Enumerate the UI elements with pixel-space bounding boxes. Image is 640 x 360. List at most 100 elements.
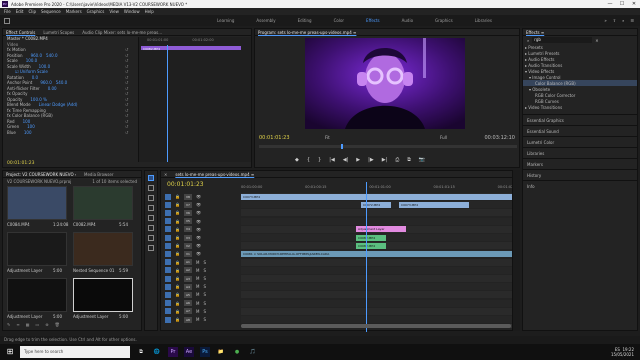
property-value[interactable]: 100.0 (39, 64, 50, 69)
track-lane[interactable] (241, 217, 519, 225)
toggle-output-icon[interactable]: M (196, 260, 199, 265)
timeline-clip[interactable]: C0073.MP4 (241, 193, 519, 200)
track-lane[interactable] (241, 275, 519, 282)
menu-graphics[interactable]: Graphics (87, 9, 105, 14)
property-value[interactable]: 100.0 % (30, 97, 47, 102)
menu-clip[interactable]: Clip (28, 9, 36, 14)
track-name[interactable]: V8 (183, 193, 192, 200)
workspace-editing[interactable]: Editing (287, 18, 323, 23)
toggle-output-icon[interactable]: 👁 (196, 251, 201, 256)
ec-clip-bar[interactable]: C0082.MP4 (141, 46, 241, 51)
premiere-icon[interactable]: Pr (168, 347, 178, 357)
source-patch[interactable] (165, 300, 171, 307)
toggle-output-icon[interactable]: 👁 (196, 235, 201, 240)
toggle-output-icon[interactable]: 👁 (196, 243, 201, 248)
project-item-thumbnail[interactable] (73, 278, 133, 312)
menu-edit[interactable]: Edit (16, 9, 24, 14)
track-lane[interactable] (241, 258, 519, 266)
track-select-tool-icon[interactable] (148, 185, 154, 191)
property-value[interactable]: Linear Dodge (Add) (39, 102, 78, 107)
track-header[interactable]: 🔒 V2 👁 (165, 242, 237, 249)
toggle-output-icon[interactable]: 👁 (196, 194, 201, 199)
source-patch[interactable] (165, 234, 171, 241)
program-timecode[interactable]: 00:01:01:23 (259, 135, 290, 141)
track-header[interactable]: 🔒 V1 👁 (165, 250, 237, 257)
reset-icon[interactable]: ↺ (125, 80, 128, 85)
effects-section-header[interactable]: Essential Sound (523, 125, 637, 136)
property-value[interactable]: 960.0 (40, 80, 51, 85)
reset-icon[interactable]: ↺ (125, 47, 128, 52)
property-value[interactable]: 0.0 (32, 75, 38, 80)
more-workspaces-icon[interactable]: » (604, 18, 606, 23)
track-header[interactable]: 🔒 V6 👁 (165, 209, 237, 216)
file-explorer-icon[interactable]: 📁 (216, 347, 226, 357)
close-tab-icon[interactable]: ✕ (164, 172, 167, 177)
timeline-timecode[interactable]: 00:01:01:23 (167, 181, 204, 188)
menu-window[interactable]: Window (124, 9, 140, 14)
menu-sequence[interactable]: Sequence (41, 9, 61, 14)
quick-export-icon[interactable]: ⇪ (613, 18, 616, 23)
tab-sequence[interactable]: sets lo-me-me preas-ups-videos.mp4 ≡ (175, 172, 254, 177)
ec-playhead[interactable] (167, 45, 168, 162)
toggle-output-icon[interactable]: 👁 (196, 219, 201, 224)
project-item-thumbnail[interactable] (7, 278, 67, 312)
effects-tree-item[interactable]: ▸ Video Transitions (523, 104, 637, 110)
timeline-clip[interactable]: Adjustment Layer (356, 226, 406, 233)
razor-tool-icon[interactable] (148, 205, 154, 211)
track-header[interactable]: 🔒 V3 👁 (165, 234, 237, 241)
menu-view[interactable]: View (109, 9, 119, 14)
timeline-clip[interactable]: C0082.MP4 (356, 242, 386, 249)
reset-icon[interactable]: ↺ (125, 97, 128, 102)
add-marker-icon[interactable]: ◆ (295, 157, 299, 163)
task-view-icon[interactable]: ⧉ (136, 347, 146, 357)
source-patch[interactable] (165, 250, 171, 257)
solo-button[interactable]: S (203, 284, 206, 289)
track-lane[interactable] (241, 291, 519, 299)
workspace-learning[interactable]: Learning (206, 18, 245, 23)
source-patch[interactable] (165, 267, 171, 274)
home-icon[interactable] (4, 17, 10, 24)
step-back-icon[interactable]: ◀| (343, 157, 349, 163)
tab-effect-controls[interactable]: Effect Controls (6, 30, 35, 35)
track-header[interactable]: 🔒 V5 👁 (165, 218, 237, 225)
lock-icon[interactable]: 🔒 (175, 301, 180, 306)
lock-icon[interactable]: 🔒 (175, 276, 180, 281)
reset-icon[interactable]: ↺ (125, 108, 128, 113)
track-name[interactable]: V4 (183, 226, 192, 233)
track-header[interactable]: 🔒 V7 👁 (165, 201, 237, 208)
tab-effects[interactable]: Effects ≡ (526, 30, 544, 35)
tab-program[interactable]: Program: sets lo-me-me preas-ups-videos.… (258, 30, 356, 35)
track-lane[interactable]: C0072.MP4 C0073.MP4 (241, 201, 519, 209)
source-patch[interactable] (165, 218, 171, 225)
windows-start-icon[interactable]: ⊞ (4, 346, 16, 358)
chrome-icon[interactable]: ● (232, 347, 242, 357)
toggle-output-icon[interactable]: 👁 (196, 210, 201, 215)
property-value[interactable]: 0.00 (48, 86, 57, 91)
solo-button[interactable]: S (203, 292, 206, 297)
tab-project[interactable]: Project: V2 COURSEWORK NUEVO ≡ (6, 172, 76, 177)
effects-search-input[interactable]: rgb (532, 37, 593, 43)
track-name[interactable]: A3 (183, 275, 192, 282)
reset-icon[interactable]: ↺ (125, 119, 128, 124)
browser-icon[interactable]: 🌐 (152, 347, 162, 357)
workspace-audio[interactable]: Audio (391, 18, 424, 23)
source-patch[interactable] (165, 201, 171, 208)
workspace-assembly[interactable]: Assembly (245, 18, 286, 23)
lock-icon[interactable]: 🔒 (175, 210, 180, 215)
extract-icon[interactable]: ⧉ (407, 157, 411, 163)
source-patch[interactable] (165, 283, 171, 290)
timeline-playhead[interactable] (366, 182, 367, 332)
pen-tool-icon[interactable] (148, 225, 154, 231)
reset-icon[interactable]: ↺ (125, 69, 128, 74)
effects-section-header[interactable]: Info (523, 180, 637, 191)
after-effects-icon[interactable]: Ae (184, 347, 194, 357)
timeline-clip[interactable]: C0073.MP4 (399, 201, 469, 208)
lock-icon[interactable]: 🔒 (175, 260, 180, 265)
track-name[interactable]: A4 (183, 283, 192, 290)
taskbar-search-input[interactable]: Type here to search (20, 346, 130, 358)
source-patch[interactable] (165, 193, 171, 200)
tab-audio-clip-mixer[interactable]: Audio Clip Mixer: sets lo-me-me preas... (82, 30, 162, 35)
ec-source[interactable]: Master * C0082.MP4 (7, 36, 48, 41)
tab-media-browser[interactable]: Media Browser (84, 172, 114, 177)
source-patch[interactable] (165, 308, 171, 315)
